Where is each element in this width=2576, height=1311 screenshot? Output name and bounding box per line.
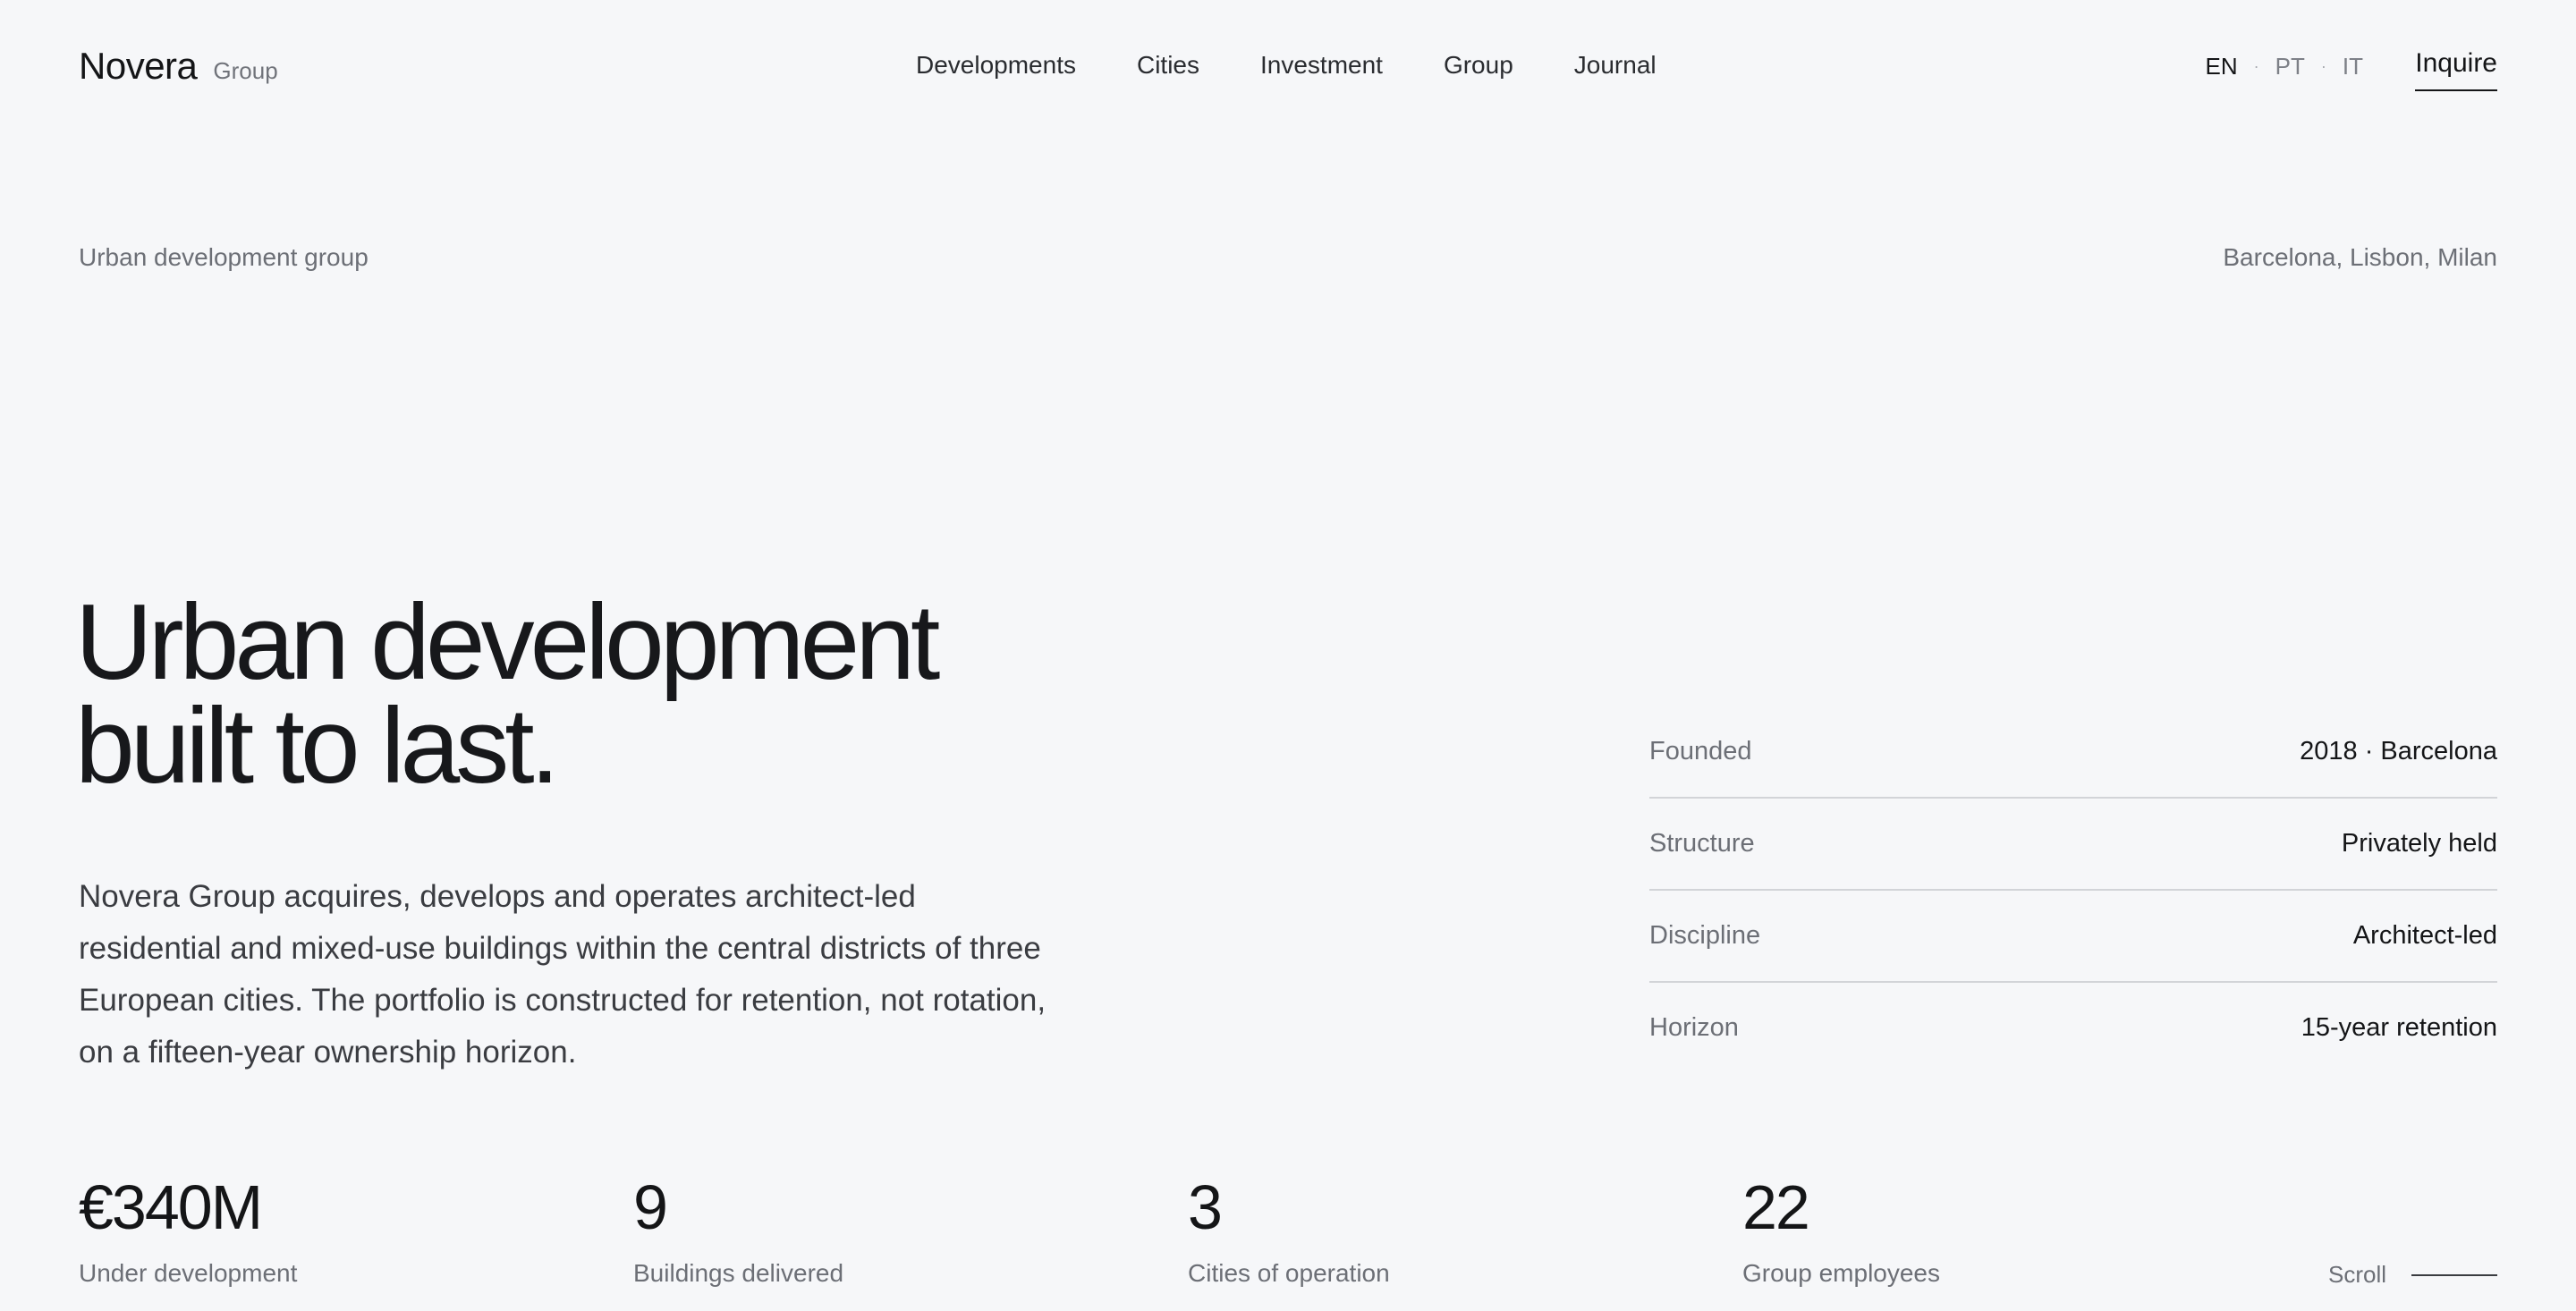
stat-cities-of-operation: 3 Cities of operation (1188, 1171, 1390, 1288)
scroll-label: Scroll (2327, 1261, 2386, 1288)
brand-name: Novera (79, 45, 198, 87)
fact-label: Founded (1649, 737, 1752, 765)
hero-title-line: built to last. (75, 686, 560, 806)
nav-link-investment[interactable]: Investment (1260, 51, 1383, 80)
language-separator: · (2320, 57, 2326, 75)
hero-description: Novera Group acquires, develops and oper… (79, 879, 1046, 1070)
stat-value: 22 (1742, 1172, 1810, 1242)
nav-link-group[interactable]: Group (1444, 51, 1513, 80)
stat-buildings-delivered: 9 Buildings delivered (633, 1171, 843, 1288)
language-it[interactable]: IT (2343, 53, 2363, 80)
facts-list: Founded 2018 · Barcelona Structure Priva… (1649, 706, 2497, 1073)
eyebrow-tagline: Urban development group (79, 243, 369, 271)
fact-value: 2018 · Barcelona (2300, 737, 2497, 765)
nav-link-journal[interactable]: Journal (1574, 51, 1657, 80)
stat-value: 9 (633, 1172, 668, 1242)
hero-title: Urban development built to last. (75, 582, 940, 806)
nav-link-cities[interactable]: Cities (1137, 51, 1199, 80)
stat-value: €340M (79, 1172, 263, 1242)
hero-title-line: Urban development (75, 582, 940, 702)
fact-label: Structure (1649, 829, 1755, 858)
fact-label: Horizon (1649, 1013, 1739, 1042)
fact-row-founded: Founded 2018 · Barcelona (1649, 706, 2497, 799)
language-en[interactable]: EN (2206, 53, 2238, 80)
stat-group-employees: 22 Group employees (1742, 1171, 1940, 1288)
stat-label: Buildings delivered (633, 1259, 844, 1287)
fact-row-discipline: Discipline Architect-led (1649, 891, 2497, 983)
fact-value: 15-year retention (2301, 1013, 2497, 1042)
stat-value: 3 (1188, 1172, 1223, 1242)
brand-subtitle: Group (213, 57, 278, 84)
language-switcher: EN · PT · IT (2206, 53, 2363, 80)
stat-label: Under development (79, 1259, 298, 1287)
stat-label: Group employees (1742, 1259, 1941, 1287)
stat-under-development: €340M Under development (79, 1171, 297, 1288)
nav-link-developments[interactable]: Developments (916, 51, 1076, 80)
brand-logo-link[interactable]: Novera Group (79, 45, 278, 88)
main-nav: Developments Cities Investment Group Jou… (916, 51, 1657, 80)
scroll-indicator[interactable]: Scroll (2328, 1261, 2497, 1289)
fact-label: Discipline (1649, 921, 1761, 950)
inquire-button[interactable]: Inquire (2415, 48, 2497, 91)
scroll-line (2411, 1273, 2497, 1276)
language-separator: · (2253, 57, 2259, 75)
fact-row-horizon: Horizon 15-year retention (1649, 983, 2497, 1073)
fact-value: Privately held (2341, 829, 2497, 858)
fact-value: Architect-led (2352, 921, 2497, 950)
eyebrow-cities: Barcelona, Lisbon, Milan (2223, 243, 2497, 271)
site-header: Novera Group Developments Cities Investm… (79, 36, 2497, 98)
fact-row-structure: Structure Privately held (1649, 799, 2497, 891)
language-pt[interactable]: PT (2275, 53, 2305, 80)
stat-label: Cities of operation (1188, 1259, 1390, 1287)
